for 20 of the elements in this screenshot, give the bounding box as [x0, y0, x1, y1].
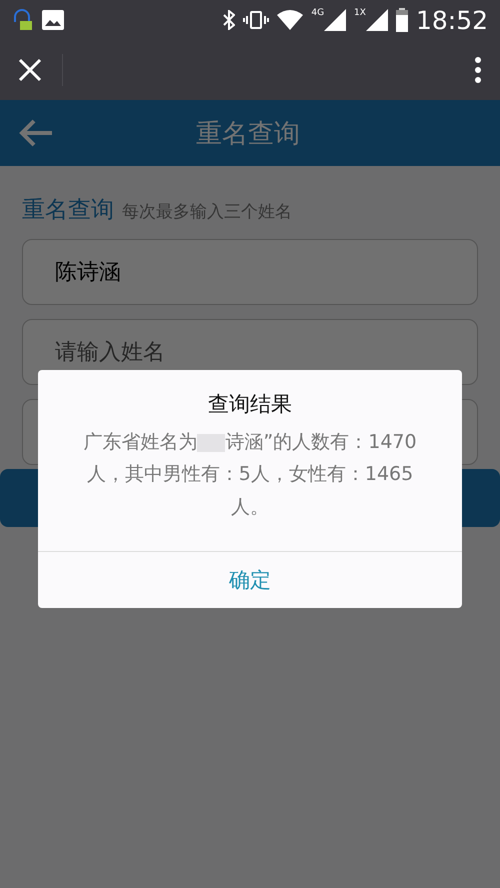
image-icon	[42, 10, 64, 30]
confirm-button[interactable]: 确定	[38, 552, 462, 608]
dialog-message: 广东省姓名为 诗涵”的人数有：1470人，其中男性有：5人，女性有：1465人。	[82, 430, 418, 520]
network-label: 4G	[311, 9, 324, 18]
vibrate-icon	[243, 10, 270, 30]
bluetooth-icon	[223, 10, 236, 30]
dialog-title: 查询结果	[207, 391, 293, 418]
clock-time: 18:52	[416, 6, 488, 34]
close-icon[interactable]	[18, 58, 42, 82]
page-title: 重名查询	[195, 118, 301, 150]
back-arrow-icon[interactable]	[18, 119, 54, 147]
name-input-field[interactable]: 陈诗涵	[22, 239, 478, 305]
section-title: 重名查询	[22, 196, 114, 225]
signal-icon	[324, 9, 346, 31]
wifi-icon	[277, 10, 304, 30]
section-hint: 每次最多输入三个姓名	[122, 201, 292, 223]
signal-icon	[366, 9, 388, 31]
battery-icon	[396, 8, 408, 32]
network-label: 1X	[354, 9, 366, 18]
more-menu-icon[interactable]	[474, 56, 482, 84]
